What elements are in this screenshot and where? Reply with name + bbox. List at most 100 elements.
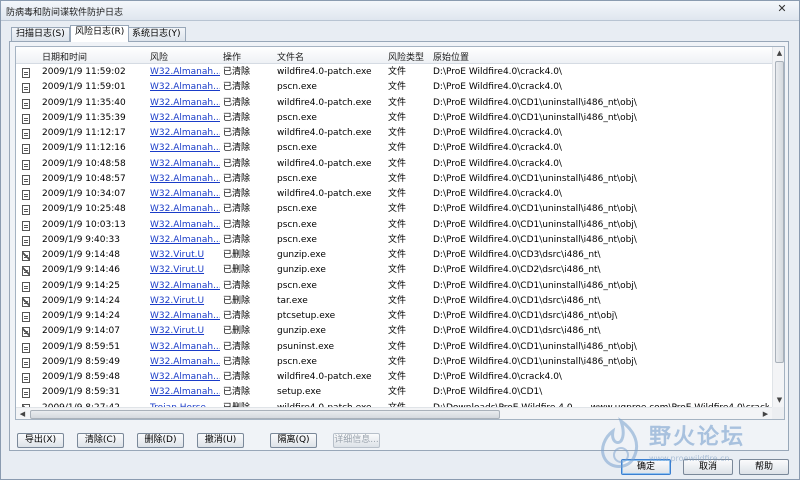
- clear-button[interactable]: 清除(C): [77, 433, 124, 448]
- cell-risk-link[interactable]: W32.Almanah...: [150, 370, 220, 385]
- table-row[interactable]: 2009/1/9 10:48:57 W32.Almanah... 已清除 pscn.e…: [16, 172, 772, 187]
- undo-button[interactable]: 撤消(U): [197, 433, 244, 448]
- cell-risk-type: 文件: [388, 387, 407, 398]
- cell-location: D:\ProE Wildfire4.0\CD1\uninstall\i486_n…: [433, 341, 637, 352]
- cancel-button[interactable]: 取消: [683, 459, 733, 475]
- export-button[interactable]: 导出(X): [17, 433, 64, 448]
- table-row[interactable]: 2009/1/9 9:14:46 W32.Virut.U 已删除 gunzip.exe…: [16, 263, 772, 278]
- vertical-scrollbar[interactable]: ▲ ▼: [772, 47, 784, 407]
- table-row[interactable]: 2009/1/9 9:14:07 W32.Virut.U 已删除 gunzip.exe…: [16, 324, 772, 339]
- cell-risk-type: 文件: [388, 158, 407, 169]
- cell-risk-link[interactable]: W32.Virut.U: [150, 324, 220, 339]
- cell-risk-link[interactable]: W32.Almanah...: [150, 126, 220, 141]
- delete-button[interactable]: 删除(D): [137, 433, 184, 448]
- table-row[interactable]: 2009/1/9 10:48:58 W32.Almanah... 已清除 wildfi…: [16, 157, 772, 172]
- table-row[interactable]: 2009/1/9 9:14:24 W32.Virut.U 已删除 tar.exe 文件 D…: [16, 294, 772, 309]
- cell-location: D:\ProE Wildfire4.0\CD1\uninstall\i486_n…: [433, 112, 637, 123]
- cell-risk-link[interactable]: W32.Almanah...: [150, 111, 220, 126]
- scroll-right-icon[interactable]: ▶: [759, 408, 772, 419]
- table-row[interactable]: 2009/1/9 9:14:24 W32.Almanah... 已清除 ptcsetu…: [16, 309, 772, 324]
- cell-risk-type: 文件: [388, 128, 407, 138]
- tab-system-log[interactable]: 系统日志(Y): [127, 27, 186, 41]
- cell-action: 已删除: [223, 295, 251, 306]
- column-header-datetime[interactable]: 日期和时间: [42, 50, 87, 63]
- cell-action: 已清除: [223, 372, 251, 382]
- table-row[interactable]: 2009/1/9 8:59:48 W32.Almanah... 已清除 wildfir…: [16, 370, 772, 385]
- cell-location: D:\ProE Wildfire4.0\crack4.0\: [433, 82, 562, 93]
- cell-datetime: 2009/1/9 9:14:25: [42, 280, 120, 291]
- document-icon: [22, 144, 30, 155]
- cell-risk-link[interactable]: W32.Almanah...: [150, 187, 220, 202]
- cell-risk-link[interactable]: W32.Almanah...: [150, 385, 220, 400]
- scroll-down-icon[interactable]: ▼: [773, 394, 784, 407]
- horizontal-scroll-thumb[interactable]: [30, 410, 500, 419]
- column-header-risk[interactable]: 风险: [150, 50, 168, 63]
- cell-datetime: 2009/1/9 11:12:17: [42, 128, 126, 138]
- table-row[interactable]: 2009/1/9 10:03:13 W32.Almanah... 已清除 pscn.e…: [16, 218, 772, 233]
- cell-location: D:\ProE Wildfire4.0\CD1\uninstall\i486_n…: [433, 234, 637, 245]
- log-window: 防病毒和防间谍软件防护日志 ✕ 扫描日志(S) 风险日志(R) 系统日志(Y) …: [0, 0, 800, 480]
- table-row[interactable]: 2009/1/9 11:35:39 W32.Almanah... 已清除 pscn.e…: [16, 111, 772, 126]
- table-row[interactable]: 2009/1/9 11:59:02 W32.Almanah... 已清除 wildfi…: [16, 65, 772, 80]
- cell-risk-link[interactable]: W32.Virut.U: [150, 248, 220, 263]
- cell-risk-type: 文件: [388, 341, 407, 352]
- table-row[interactable]: 2009/1/9 9:14:48 W32.Virut.U 已删除 gunzip.exe…: [16, 248, 772, 263]
- cell-risk-link[interactable]: W32.Almanah...: [150, 355, 220, 370]
- tab-risk-log[interactable]: 风险日志(R): [70, 25, 130, 42]
- cell-risk-link[interactable]: W32.Almanah...: [150, 157, 220, 172]
- cell-risk-type: 文件: [388, 265, 407, 276]
- cell-risk-link[interactable]: W32.Almanah...: [150, 218, 220, 233]
- scroll-left-icon[interactable]: ◀: [16, 408, 29, 419]
- cell-risk-type: 文件: [388, 295, 407, 306]
- document-icon: [22, 174, 30, 185]
- scroll-up-icon[interactable]: ▲: [773, 47, 784, 60]
- cell-filename: pscn.exe: [277, 82, 317, 93]
- cell-risk-link[interactable]: W32.Virut.U: [150, 263, 220, 278]
- table-row[interactable]: 2009/1/9 11:35:40 W32.Almanah... 已清除 wildfi…: [16, 96, 772, 111]
- horizontal-scrollbar[interactable]: ◀ ▶: [16, 407, 772, 419]
- document-icon: [22, 113, 30, 124]
- cell-datetime: 2009/1/9 11:35:39: [42, 112, 126, 123]
- title-bar[interactable]: 防病毒和防间谍软件防护日志 ✕: [1, 1, 799, 21]
- cell-risk-type: 文件: [388, 356, 407, 367]
- cell-risk-link[interactable]: W32.Almanah...: [150, 65, 220, 80]
- cell-risk-link[interactable]: W32.Almanah...: [150, 233, 220, 248]
- cell-filename: pscn.exe: [277, 219, 317, 230]
- cell-risk-link[interactable]: W32.Almanah...: [150, 340, 220, 355]
- help-button[interactable]: 帮助: [739, 459, 789, 475]
- cell-risk-link[interactable]: W32.Almanah...: [150, 279, 220, 294]
- column-header-location[interactable]: 原始位置: [433, 50, 469, 63]
- column-header-action[interactable]: 操作: [223, 50, 241, 63]
- table-row[interactable]: 2009/1/9 11:12:16 W32.Almanah... 已清除 pscn.e…: [16, 141, 772, 156]
- table-row[interactable]: 2009/1/9 11:59:01 W32.Almanah... 已清除 pscn.e…: [16, 80, 772, 95]
- cell-risk-link[interactable]: W32.Almanah...: [150, 172, 220, 187]
- cell-risk-link[interactable]: W32.Virut.U: [150, 294, 220, 309]
- table-row[interactable]: 2009/1/9 8:59:31 W32.Almanah... 已清除 setup.e…: [16, 385, 772, 400]
- table-row[interactable]: 2009/1/9 8:59:49 W32.Almanah... 已清除 pscn.ex…: [16, 355, 772, 370]
- cell-action: 已清除: [223, 311, 251, 321]
- deleted-document-icon: [22, 266, 30, 277]
- table-row[interactable]: 2009/1/9 9:40:33 W32.Almanah... 已清除 pscn.ex…: [16, 233, 772, 248]
- ok-button[interactable]: 确定: [621, 459, 671, 475]
- table-row[interactable]: 2009/1/9 10:34:07 W32.Almanah... 已清除 wildfi…: [16, 187, 772, 202]
- table-row[interactable]: 2009/1/9 9:14:25 W32.Almanah... 已清除 pscn.ex…: [16, 279, 772, 294]
- vertical-scroll-thumb[interactable]: [775, 61, 784, 363]
- cell-filename: psuninst.exe: [277, 341, 335, 352]
- cell-datetime: 2009/1/9 10:34:07: [42, 189, 126, 199]
- cell-risk-link[interactable]: W32.Almanah...: [150, 141, 220, 156]
- cell-risk-link[interactable]: W32.Almanah...: [150, 96, 220, 111]
- cell-filename: pscn.exe: [277, 234, 317, 245]
- cell-risk-link[interactable]: W32.Almanah...: [150, 309, 220, 324]
- tab-scan-log[interactable]: 扫描日志(S): [11, 27, 70, 41]
- cell-risk-link[interactable]: W32.Almanah...: [150, 202, 220, 217]
- table-row[interactable]: 2009/1/9 8:59:51 W32.Almanah... 已清除 psunins…: [16, 340, 772, 355]
- table-row[interactable]: 2009/1/9 11:12:17 W32.Almanah... 已清除 wildfi…: [16, 126, 772, 141]
- details-button[interactable]: 详细信息...: [333, 433, 380, 448]
- column-header-filename[interactable]: 文件名: [277, 50, 304, 63]
- table-row[interactable]: 2009/1/9 10:25:48 W32.Almanah... 已清除 pscn.e…: [16, 202, 772, 217]
- close-icon[interactable]: ✕: [771, 2, 793, 16]
- column-header-risk-type[interactable]: 风险类型: [388, 50, 424, 63]
- cell-action: 已清除: [223, 143, 251, 154]
- quarantine-button[interactable]: 隔离(Q): [270, 433, 317, 448]
- cell-risk-link[interactable]: W32.Almanah...: [150, 80, 220, 95]
